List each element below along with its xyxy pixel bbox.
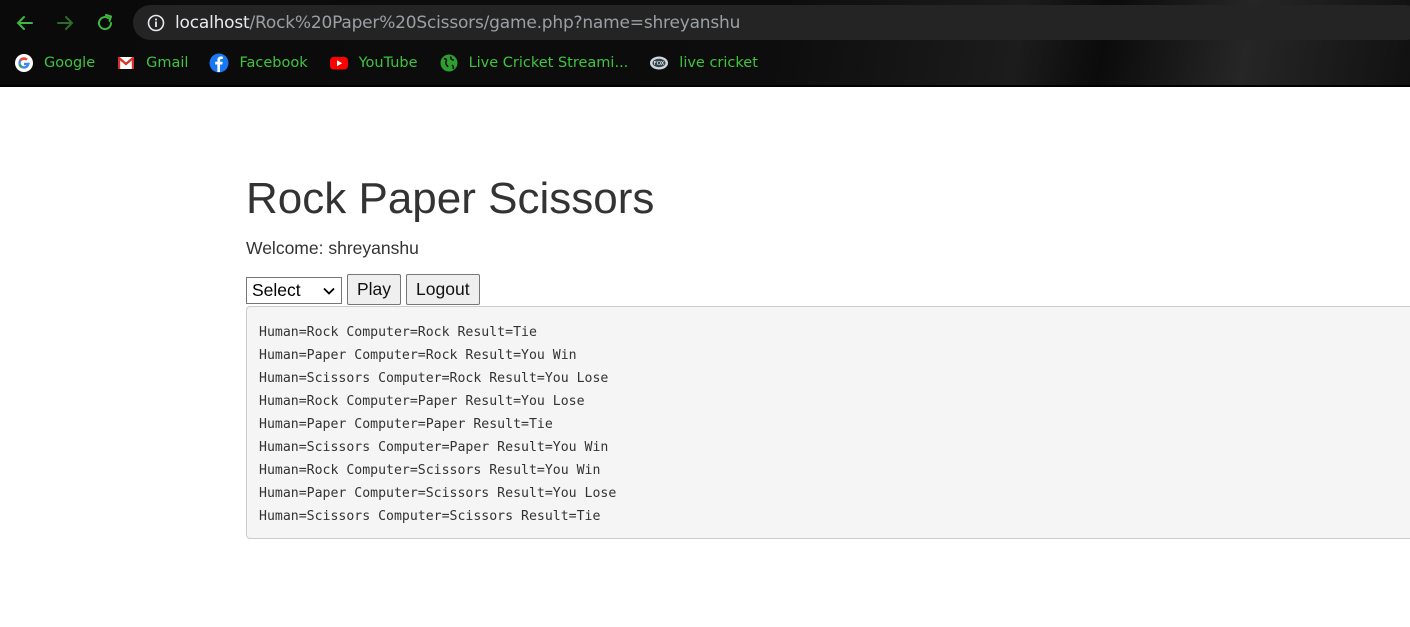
arrow-left-icon <box>16 16 33 30</box>
address-bar[interactable]: localhost/Rock%20Paper%20Scissors/game.p… <box>133 5 1410 40</box>
result-line: Human=Rock Computer=Rock Result=Tie <box>259 325 537 340</box>
choice-select-value: Select <box>252 280 301 300</box>
google-icon <box>14 53 34 73</box>
gmail-icon <box>116 53 136 73</box>
bookmark-label: Gmail <box>146 55 189 71</box>
result-line: Human=Paper Computer=Scissors Result=You… <box>259 486 617 501</box>
globe-icon <box>439 53 459 73</box>
bookmark-label: Live Cricket Streami... <box>468 55 629 71</box>
bookmark-facebook[interactable]: Facebook <box>209 50 308 76</box>
bookmark-label: YouTube <box>358 55 418 71</box>
bookmark-live-cricket-streaming[interactable]: Live Cricket Streami... <box>439 50 629 76</box>
youtube-icon <box>329 53 349 73</box>
welcome-text: Welcome: shreyanshu <box>246 238 419 258</box>
arrow-right-icon <box>57 16 74 30</box>
result-line: Human=Scissors Computer=Rock Result=You … <box>259 371 609 386</box>
bookmark-gmail[interactable]: Gmail <box>116 50 188 76</box>
facebook-icon <box>209 53 229 73</box>
result-line: Human=Paper Computer=Paper Result=Tie <box>259 417 553 432</box>
results-panel: Human=Rock Computer=Rock Result=Tie Huma… <box>246 306 1410 539</box>
bookmarks-bar: Google Gmail Facebook YouTube Live Crick… <box>14 50 779 76</box>
forward-button[interactable] <box>50 8 80 38</box>
reload-icon <box>98 14 113 31</box>
choice-select[interactable]: Select <box>246 277 342 304</box>
page-title: Rock Paper Scissors <box>246 174 655 223</box>
result-line: Human=Rock Computer=Scissors Result=You … <box>259 463 601 478</box>
bookmark-label: Facebook <box>239 55 308 71</box>
browser-chrome: localhost/Rock%20Paper%20Scissors/game.p… <box>0 0 1410 87</box>
svg-text:FOX: FOX <box>654 61 665 67</box>
reload-button[interactable] <box>90 8 120 38</box>
chevron-down-icon <box>323 287 335 295</box>
fox-icon: FOX <box>649 53 669 73</box>
result-line: Human=Rock Computer=Paper Result=You Los… <box>259 394 585 409</box>
url-text: localhost/Rock%20Paper%20Scissors/game.p… <box>175 13 740 33</box>
play-button[interactable]: Play <box>347 274 402 305</box>
logout-button[interactable]: Logout <box>406 274 480 305</box>
url-host: localhost <box>175 12 250 33</box>
bookmark-live-cricket[interactable]: FOX live cricket <box>649 50 758 76</box>
result-line: Human=Scissors Computer=Scissors Result=… <box>259 509 601 524</box>
game-controls: Select Play Logout <box>246 274 480 305</box>
bookmark-label: live cricket <box>679 55 758 71</box>
info-icon[interactable] <box>147 14 165 32</box>
back-button[interactable] <box>10 8 40 38</box>
bookmark-label: Google <box>44 55 96 71</box>
url-path: /Rock%20Paper%20Scissors/game.php?name=s… <box>249 12 741 33</box>
result-line: Human=Paper Computer=Rock Result=You Win <box>259 348 577 363</box>
bookmark-youtube[interactable]: YouTube <box>329 50 418 76</box>
result-line: Human=Scissors Computer=Paper Result=You… <box>259 440 609 455</box>
bookmark-google[interactable]: Google <box>14 50 95 76</box>
